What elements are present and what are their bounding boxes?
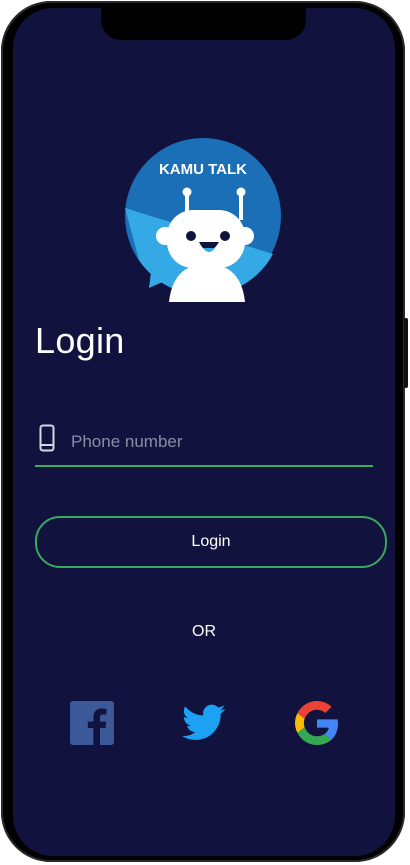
app-screen: KAMU TALK Login Login OR	[13, 8, 395, 856]
google-login-button[interactable]	[294, 700, 340, 750]
twitter-icon	[182, 704, 226, 747]
twitter-login-button[interactable]	[181, 702, 227, 748]
google-icon	[295, 700, 339, 750]
phone-number-input[interactable]	[71, 428, 361, 456]
phone-notch	[101, 8, 306, 40]
login-button[interactable]: Login	[35, 516, 387, 568]
phone-icon	[39, 424, 55, 452]
phone-field-underline	[35, 465, 373, 467]
facebook-login-button[interactable]	[69, 700, 115, 750]
kamu-talk-logo: KAMU TALK	[123, 136, 283, 302]
facebook-icon	[70, 700, 114, 750]
logo-brand-text: KAMU TALK	[159, 161, 247, 178]
page-title: Login	[35, 320, 125, 361]
or-divider-text: OR	[192, 623, 216, 640]
phone-field-row	[35, 420, 373, 470]
side-button	[404, 318, 408, 388]
